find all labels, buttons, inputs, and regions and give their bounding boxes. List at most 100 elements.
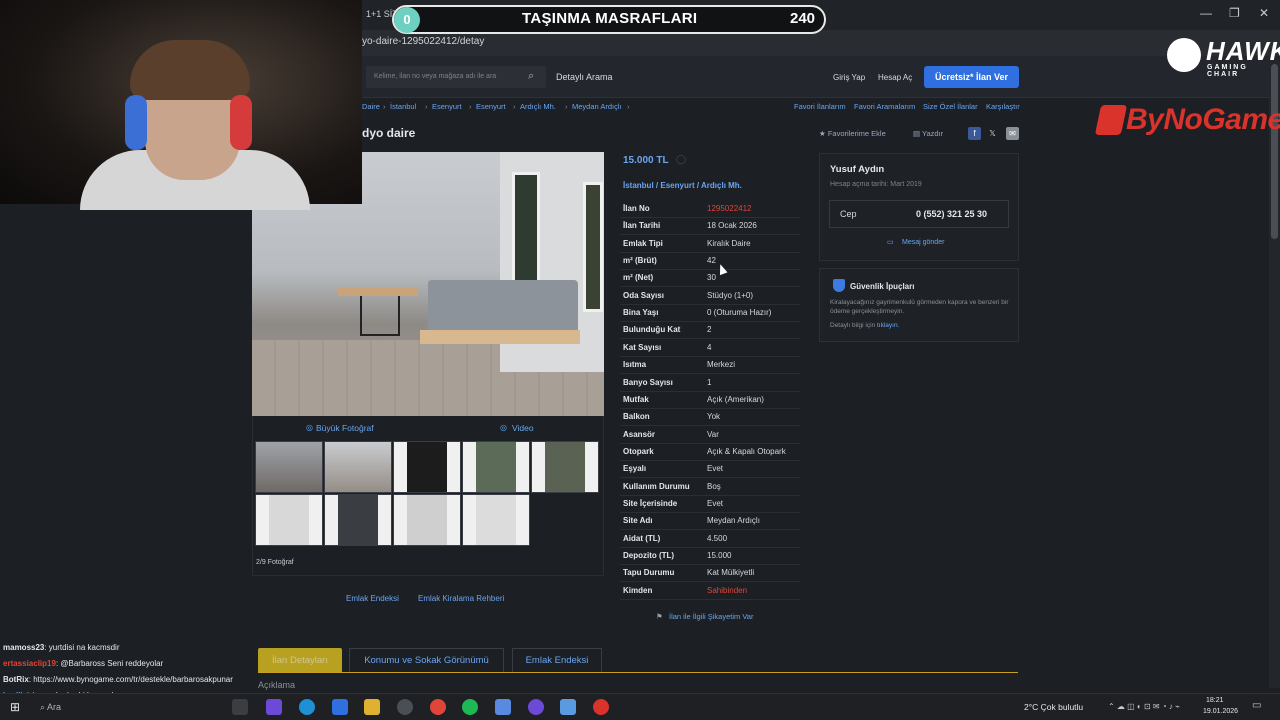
add-favorite-button[interactable]: ★ Favorilerime Ekle <box>819 129 886 138</box>
special-listings-link[interactable]: Size Özel İlanlar <box>923 102 978 111</box>
mail-share-icon[interactable]: ✉ <box>1006 127 1019 140</box>
breadcrumb-item[interactable]: Esenyurt <box>476 102 506 111</box>
detail-divider <box>620 356 800 357</box>
video-button[interactable]: Video <box>512 423 534 433</box>
location-sep: / <box>696 181 700 190</box>
location-sep: / <box>655 181 659 190</box>
detail-label: Tapu Durumu <box>623 568 675 577</box>
location-city[interactable]: İstanbul <box>623 181 654 190</box>
big-photo-button[interactable]: Büyük Fotoğraf <box>316 423 374 433</box>
photo-thumbnail[interactable] <box>255 494 323 546</box>
detail-label: Balkon <box>623 412 650 421</box>
app-icon[interactable] <box>495 699 511 715</box>
edge-icon[interactable] <box>299 699 315 715</box>
detail-divider <box>620 547 800 548</box>
emlak-endeksi-link[interactable]: Emlak Endeksi <box>346 594 399 603</box>
tab-location[interactable]: Konumu ve Sokak Görünümü <box>349 648 504 673</box>
detail-divider <box>620 391 800 392</box>
photo-thumbnail[interactable] <box>393 494 461 546</box>
chat-username[interactable]: BotRix <box>3 675 29 684</box>
detail-divider <box>620 512 800 513</box>
taskbar-time[interactable]: 18:21 <box>1206 697 1224 704</box>
photo-thumbnail[interactable] <box>531 441 599 493</box>
minimize-button[interactable]: — <box>1200 6 1212 20</box>
price-info-icon[interactable]: ◯ <box>676 154 686 165</box>
photo-thumbnail[interactable] <box>393 441 461 493</box>
task-view-icon[interactable] <box>232 699 248 715</box>
phone-number[interactable]: 0 (552) 321 25 30 <box>916 209 987 219</box>
photo-thumbnail[interactable] <box>462 441 530 493</box>
chat-username[interactable]: mamoss23 <box>3 643 44 652</box>
photo-thumbnail[interactable] <box>255 441 323 493</box>
register-link[interactable]: Hesap Aç <box>878 73 912 82</box>
spotify-icon[interactable] <box>462 699 478 715</box>
photo-thumbnail[interactable] <box>324 494 392 546</box>
detail-label: Site Adı <box>623 516 653 525</box>
phone-label: Cep <box>840 209 857 219</box>
calculator-icon[interactable] <box>560 699 576 715</box>
breadcrumb-item[interactable]: Meydan Ardıçlı <box>572 102 622 111</box>
breadcrumb-item[interactable]: Daire <box>362 102 380 111</box>
detail-label: Asansör <box>623 430 656 439</box>
detail-value: 42 <box>707 256 716 265</box>
address-url[interactable]: yo-daire-1295022412/detay <box>362 36 484 47</box>
favorite-listings-link[interactable]: Favori İlanlarım <box>794 102 846 111</box>
chrome-icon[interactable] <box>430 699 446 715</box>
taskbar-search[interactable]: ⌕ Ara <box>40 702 61 713</box>
chat-message: BotRix: https://www.bynogame.com/tr/dest… <box>3 675 233 684</box>
rent-guide-link[interactable]: Emlak Kiralama Rehberi <box>418 594 504 603</box>
close-button[interactable]: ✕ <box>1259 6 1269 20</box>
search-icon[interactable]: ⌕ <box>528 70 534 83</box>
location-neighborhood[interactable]: Ardıçlı Mh. <box>701 181 742 190</box>
send-message-link[interactable]: Mesaj gönder <box>902 239 944 246</box>
detail-value: Stüdyo (1+0) <box>707 291 754 300</box>
facebook-share-icon[interactable]: f <box>968 127 981 140</box>
system-tray[interactable]: ⌃ ☁ ◫ ◐ ⊡ ✉ ◔ ♪ ⌁ <box>1108 702 1180 711</box>
photo-thumbnail[interactable] <box>462 494 530 546</box>
photo-thumbnail[interactable] <box>324 441 392 493</box>
post-ad-button[interactable]: Ücretsiz* İlan Ver <box>924 66 1019 88</box>
safety-more-link[interactable]: tıklayın. <box>877 322 899 329</box>
camera-icon: ◎ <box>306 423 313 432</box>
compare-link[interactable]: Karşılaştır <box>986 102 1020 111</box>
breadcrumb-item[interactable]: Ardıçlı Mh. <box>520 102 556 111</box>
breadcrumb-item[interactable]: İstanbul <box>390 102 416 111</box>
print-button[interactable]: ▤ Yazdır <box>913 129 943 138</box>
scrollbar-thumb[interactable] <box>1271 64 1278 239</box>
taskbar-date[interactable]: 19.01.2026 <box>1203 708 1238 715</box>
detail-value: Açık (Amerikan) <box>707 395 764 404</box>
xbox-icon[interactable] <box>397 699 413 715</box>
favorite-searches-link[interactable]: Favori Aramalarım <box>854 102 915 111</box>
copilot-icon[interactable] <box>266 699 282 715</box>
x-share-icon[interactable]: 𝕏 <box>986 127 999 140</box>
report-listing-link[interactable]: İlan ile İlgili Şikayetim Var <box>669 612 753 621</box>
notification-icon[interactable]: ▭ <box>1252 700 1261 711</box>
location-district[interactable]: Esenyurt <box>660 181 694 190</box>
chat-message: ertassiaclip19: @Barbaross Seni reddeyol… <box>3 659 163 668</box>
chat-text: : @Barbaross Seni reddeyolar <box>55 659 164 668</box>
detail-label: m² (Net) <box>623 273 654 282</box>
start-icon[interactable]: ⊞ <box>10 700 20 714</box>
shield-icon <box>833 279 845 292</box>
obs-icon[interactable] <box>593 699 609 715</box>
detail-divider <box>620 217 800 218</box>
hawk-logo-icon <box>1167 38 1201 72</box>
login-link[interactable]: Giriş Yap <box>833 73 865 82</box>
restore-button[interactable]: ❐ <box>1229 6 1240 20</box>
seller-since: Hesap açma tarihi: Mart 2019 <box>830 181 922 188</box>
detail-divider <box>620 321 800 322</box>
advanced-search-link[interactable]: Detaylı Arama <box>556 72 613 82</box>
detail-label: Depozito (TL) <box>623 551 675 560</box>
mail-app-icon[interactable] <box>332 699 348 715</box>
chat-text: : yurtdisi na kacmsdir <box>44 643 120 652</box>
detail-divider <box>620 477 800 478</box>
discord-icon[interactable] <box>528 699 544 715</box>
weather-widget[interactable]: 2°C Çok bulutlu <box>1024 702 1083 712</box>
chat-username[interactable]: ertassiaclip19 <box>3 659 56 668</box>
tab-listing-details[interactable]: İlan Detayları <box>258 648 342 673</box>
tab-emlak-endeksi[interactable]: Emlak Endeksi <box>512 648 602 673</box>
detail-label: İlan No <box>623 204 650 213</box>
breadcrumb-item[interactable]: Esenyurt <box>432 102 462 111</box>
detail-label: Mutfak <box>623 395 649 404</box>
file-explorer-icon[interactable] <box>364 699 380 715</box>
